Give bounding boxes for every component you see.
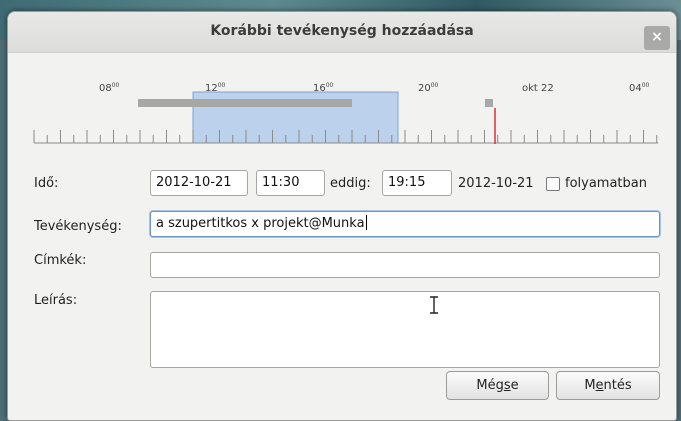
end-date-label: 2012-10-21	[458, 176, 534, 191]
cancel-button[interactable]: Mégse	[446, 371, 549, 400]
activity-input[interactable]: a szupertitkos x projekt@Munka	[150, 211, 660, 237]
description-label: Leírás:	[34, 293, 78, 308]
close-icon: ×	[651, 29, 663, 45]
ibeam-cursor-icon	[430, 296, 438, 314]
description-textarea[interactable]	[150, 291, 660, 368]
activity-input-value: a szupertitkos x projekt@Munka	[156, 216, 365, 231]
timeline[interactable]: 0800 1200 1600 2000 okt 22 0400	[8, 52, 676, 152]
ongoing-label[interactable]: folyamatban	[565, 176, 647, 191]
timeline-graphics	[33, 91, 658, 144]
close-button[interactable]: ×	[644, 26, 670, 50]
time-label: Idő:	[34, 176, 59, 191]
activity-label: Tevékenység:	[34, 219, 122, 234]
title-bar[interactable]: Korábbi tevékenység hozzáadása ×	[8, 12, 676, 53]
text-caret	[365, 215, 367, 230]
start-date-field[interactable]: 2012-10-21	[150, 170, 248, 196]
end-time-field[interactable]: 19:15	[382, 170, 452, 196]
activity-bar	[138, 99, 352, 107]
dialog-title: Korábbi tevékenység hozzáadása	[210, 23, 474, 39]
save-button[interactable]: Mentés	[556, 371, 660, 400]
tags-label: Címkék:	[34, 253, 87, 268]
add-earlier-activity-dialog: Korábbi tevékenység hozzáadása × 0800 12…	[7, 11, 677, 421]
ongoing-checkbox[interactable]	[546, 177, 560, 191]
until-label: eddig:	[330, 176, 371, 191]
activity-bar-recent	[485, 99, 493, 107]
tags-input[interactable]	[150, 252, 660, 278]
start-time-field[interactable]: 11:30	[256, 170, 325, 196]
